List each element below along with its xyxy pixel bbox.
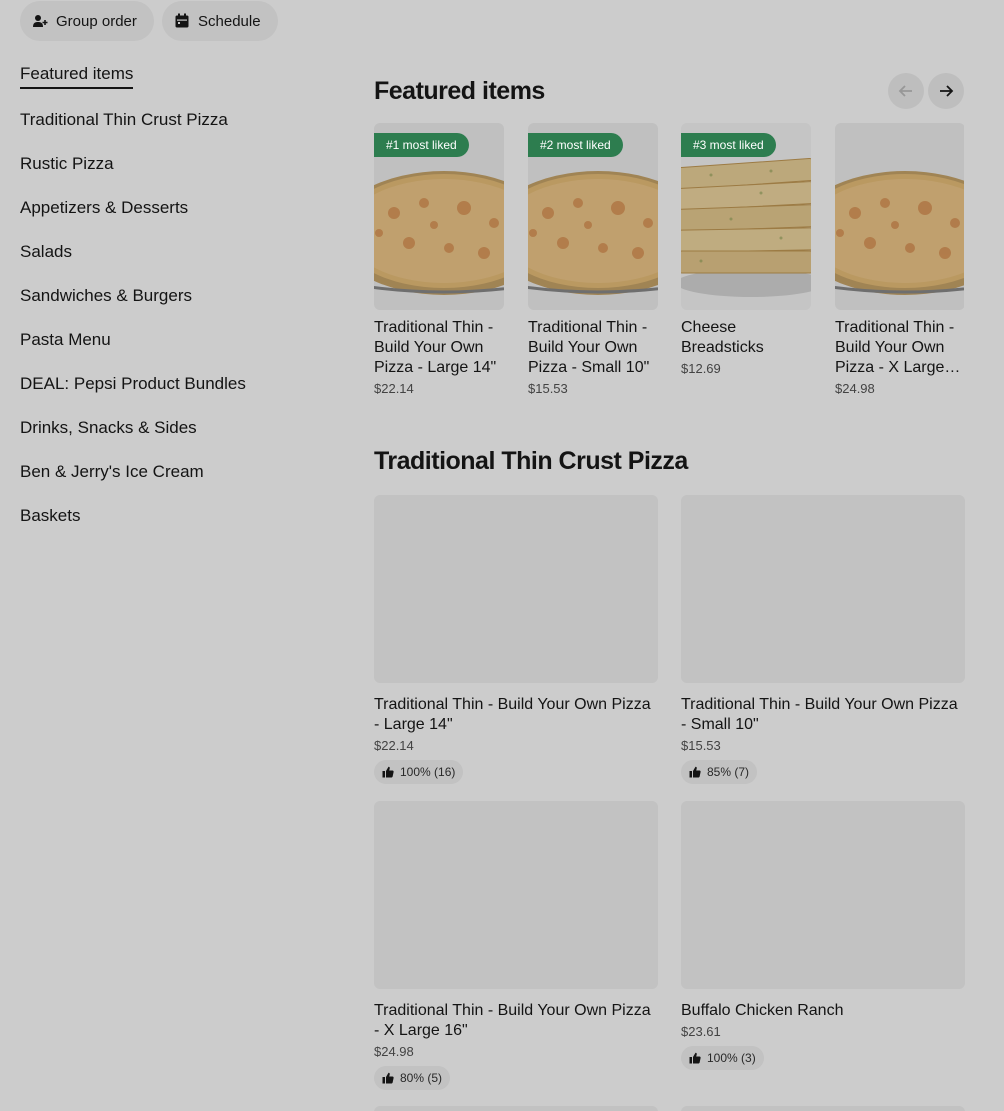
item-price: $22.14 bbox=[374, 381, 414, 396]
menu-item-card[interactable]: Traditional Thin - Build Your Own Pizza … bbox=[374, 801, 658, 1090]
menu-item-card[interactable]: Buffalo Chicken Ranch $23.61 100% (3) bbox=[681, 801, 965, 1070]
thumbs-up-icon bbox=[382, 1072, 394, 1084]
item-image: #2 most liked bbox=[528, 123, 658, 310]
item-image-placeholder bbox=[681, 1106, 965, 1111]
thumbs-up-icon bbox=[689, 1052, 701, 1064]
nav-item-featured-items[interactable]: Featured items bbox=[20, 64, 134, 89]
rating-text: 80% (5) bbox=[400, 1071, 443, 1085]
item-name: Traditional Thin - Build Your Own Pizza … bbox=[528, 319, 650, 376]
featured-carousel: #1 most liked Traditional Thin - Build Y… bbox=[374, 123, 964, 413]
arrow-right-icon bbox=[940, 85, 954, 97]
nav-item-rustic-pizza[interactable]: Rustic Pizza bbox=[20, 154, 114, 174]
schedule-label: Schedule bbox=[198, 12, 261, 30]
item-price: $24.98 bbox=[835, 381, 875, 396]
nav-item-drinks-snacks-sides[interactable]: Drinks, Snacks & Sides bbox=[20, 418, 197, 438]
item-name: Traditional Thin - Build Your Own Pizza … bbox=[374, 1002, 651, 1039]
pizza-image bbox=[374, 171, 504, 295]
item-image: #1 most liked bbox=[374, 123, 504, 310]
most-liked-badge: #2 most liked bbox=[528, 133, 623, 157]
featured-items-heading: Featured items bbox=[374, 77, 545, 105]
rating-badge: 100% (3) bbox=[681, 1046, 764, 1070]
item-image bbox=[835, 123, 964, 310]
item-name: Traditional Thin - Build Your Own Pizza … bbox=[374, 696, 651, 733]
nav-item-pasta-menu[interactable]: Pasta Menu bbox=[20, 330, 111, 350]
nav-item-salads[interactable]: Salads bbox=[20, 242, 72, 262]
pizza-image bbox=[835, 171, 964, 295]
most-liked-badge: #3 most liked bbox=[681, 133, 776, 157]
person-plus-icon bbox=[33, 15, 48, 27]
nav-item-traditional-thin-crust-pizza[interactable]: Traditional Thin Crust Pizza bbox=[20, 110, 228, 130]
item-name: Buffalo Chicken Ranch bbox=[681, 1002, 844, 1019]
section-heading-traditional-thin: Traditional Thin Crust Pizza bbox=[374, 447, 688, 475]
group-order-label: Group order bbox=[56, 12, 137, 30]
most-liked-badge: #1 most liked bbox=[374, 133, 469, 157]
item-image-placeholder bbox=[374, 495, 658, 683]
nav-item-appetizers-desserts[interactable]: Appetizers & Desserts bbox=[20, 198, 188, 218]
pizza-image bbox=[528, 171, 658, 295]
rating-text: 100% (16) bbox=[400, 765, 456, 779]
rating-badge: 80% (5) bbox=[374, 1066, 451, 1090]
calendar-icon bbox=[175, 13, 189, 28]
item-image-placeholder bbox=[681, 801, 965, 989]
featured-card[interactable]: #2 most liked Traditional Thin - Build Y… bbox=[528, 123, 658, 396]
featured-card[interactable]: #3 most liked Cheese Breadsticks $12.69 bbox=[681, 123, 811, 376]
item-name: Cheese Breadsticks bbox=[681, 319, 764, 356]
featured-card[interactable]: Traditional Thin - Build Your Own Pizza … bbox=[835, 123, 964, 396]
item-image: #3 most liked bbox=[681, 123, 811, 310]
rating-badge: 100% (16) bbox=[374, 760, 464, 784]
thumbs-up-icon bbox=[382, 766, 394, 778]
item-price: $12.69 bbox=[681, 361, 721, 376]
item-image-placeholder bbox=[374, 801, 658, 989]
item-name: Traditional Thin - Build Your Own Pizza … bbox=[374, 319, 497, 376]
carousel-next-button[interactable] bbox=[928, 73, 964, 109]
carousel-prev-button[interactable] bbox=[888, 73, 924, 109]
item-price: $22.14 bbox=[374, 738, 414, 753]
item-name: Traditional Thin - Build Your Own Pizza … bbox=[681, 696, 958, 733]
store-page: Group order Schedule Featured items Trad… bbox=[0, 0, 1004, 1111]
nav-item-baskets[interactable]: Baskets bbox=[20, 506, 80, 526]
item-image-placeholder bbox=[681, 495, 965, 683]
item-name: Traditional Thin - Build Your Own Pizza … bbox=[835, 319, 955, 376]
item-price: $15.53 bbox=[681, 738, 721, 753]
menu-item-card[interactable]: Traditional Thin - Build Your Own Pizza … bbox=[374, 495, 658, 784]
featured-card[interactable]: #1 most liked Traditional Thin - Build Y… bbox=[374, 123, 504, 396]
nav-item-sandwiches-burgers[interactable]: Sandwiches & Burgers bbox=[20, 286, 192, 306]
item-price: $23.61 bbox=[681, 1024, 721, 1039]
schedule-button[interactable]: Schedule bbox=[162, 1, 278, 41]
nav-item-ben-jerrys[interactable]: Ben & Jerry's Ice Cream bbox=[20, 462, 204, 482]
item-image-placeholder bbox=[374, 1106, 658, 1111]
item-price: $24.98 bbox=[374, 1044, 414, 1059]
rating-text: 85% (7) bbox=[707, 765, 750, 779]
rating-badge: 85% (7) bbox=[681, 760, 758, 784]
thumbs-up-icon bbox=[689, 766, 701, 778]
menu-item-card[interactable]: Traditional Thin - Build Your Own Pizza … bbox=[681, 495, 965, 784]
arrow-left-icon bbox=[898, 85, 912, 97]
rating-text: 100% (3) bbox=[707, 1051, 756, 1065]
group-order-button[interactable]: Group order bbox=[20, 1, 154, 41]
item-price: $15.53 bbox=[528, 381, 568, 396]
nav-item-pepsi-bundles[interactable]: DEAL: Pepsi Product Bundles bbox=[20, 374, 246, 394]
